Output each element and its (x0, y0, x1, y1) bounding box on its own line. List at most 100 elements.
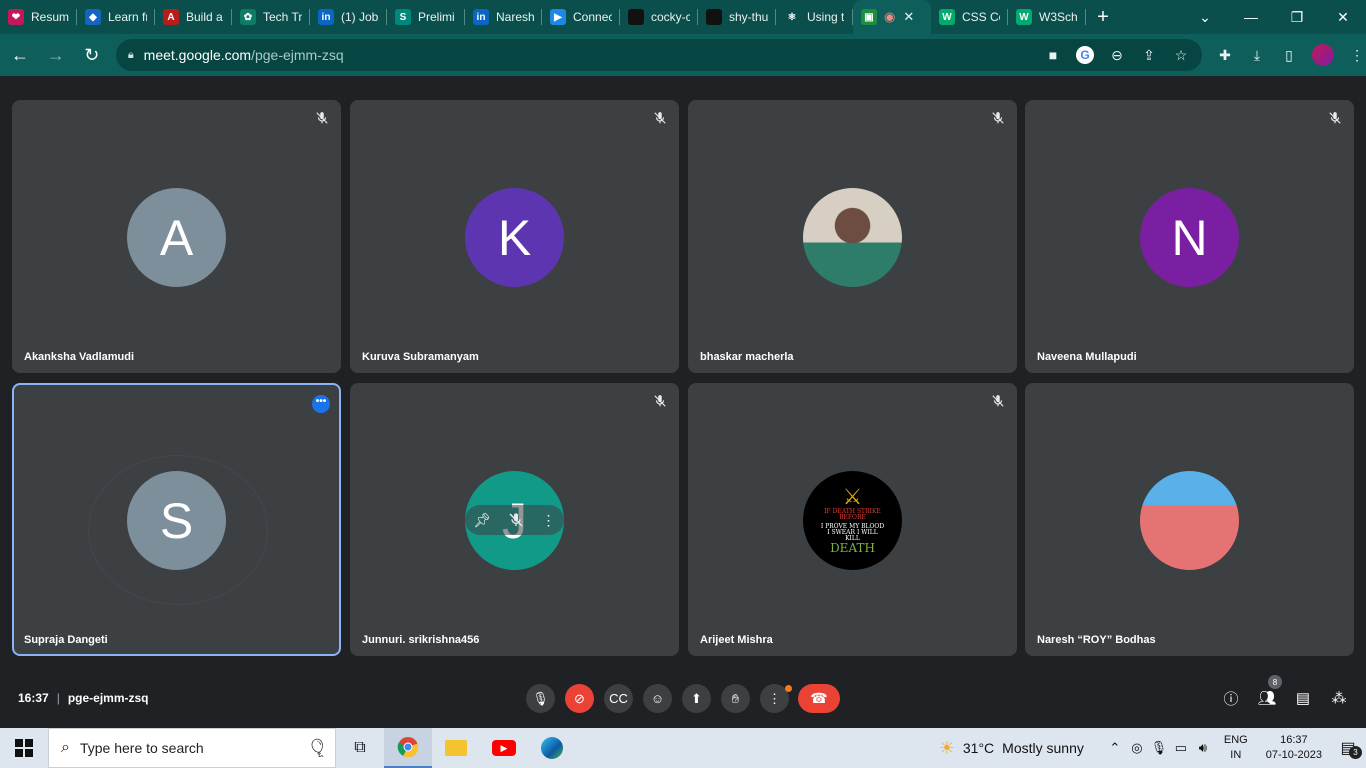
participant-tile[interactable]: A Akanksha Vadlamudi (12, 100, 341, 373)
participant-tile[interactable]: N Naveena Mullapudi (1025, 100, 1354, 373)
browser-tab[interactable]: ◆ Learn fr (77, 0, 155, 34)
activities-icon[interactable]: ⁂ (1329, 688, 1349, 708)
close-window-button[interactable]: ✕ (1320, 0, 1366, 34)
sunny-weather-icon: ☀ (938, 737, 955, 758)
browser-tab[interactable]: in Naresh (465, 0, 542, 34)
browser-tab[interactable]: ▶ Connec (542, 0, 620, 34)
address-bar[interactable]: 🔒︎ meet.google.com/pge-ejmm-zsq ■ G ⊖ ⇪ … (115, 39, 1202, 71)
back-button[interactable]: ← (4, 39, 36, 71)
camera-off-button[interactable]: ⊘ (565, 684, 594, 713)
youtube-icon[interactable]: ▶ (480, 728, 528, 768)
emoji-reaction-button[interactable]: ☺ (643, 684, 672, 713)
tab-favicon-icon: ▣ (861, 9, 877, 25)
google-lens-icon[interactable]: G (1075, 46, 1094, 64)
tab-title: CSS Co (962, 10, 1000, 24)
browser-tab[interactable]: ✿ Tech Tr (232, 0, 310, 34)
browser-tab[interactable]: ⚛ Using t (776, 0, 853, 34)
people-icon[interactable]: 👥︎ (1257, 688, 1277, 708)
participant-name: bhaskar macherla (700, 351, 794, 363)
microphone-button[interactable]: 🎙︎ (526, 684, 555, 713)
tab-separator (1085, 9, 1086, 25)
notification-count: 3 (1349, 746, 1362, 759)
battery-icon[interactable]: ▭ (1170, 740, 1192, 756)
zoom-icon[interactable]: ⊖ (1108, 46, 1126, 64)
side-panel-icon[interactable]: ▯ (1280, 46, 1298, 64)
tab-title: Connec (573, 10, 612, 24)
taskbar-clock[interactable]: 16:37 07-10-2023 (1266, 733, 1322, 763)
participant-name: Junnuri. srikrishna456 (362, 634, 480, 646)
notification-center-button[interactable]: ▤ 3 (1330, 738, 1366, 759)
mic-off-icon (316, 112, 328, 124)
mic-off-icon (654, 112, 666, 124)
participant-name: Kuruva Subramanyam (362, 351, 479, 363)
meeting-details-icon[interactable]: ⓘ (1221, 688, 1241, 708)
raise-hand-button[interactable]: ✋︎ (721, 684, 750, 713)
share-icon[interactable]: ⇪ (1140, 46, 1158, 64)
pin-icon[interactable]: 📌︎ (474, 512, 492, 529)
mute-participant-icon[interactable] (508, 512, 524, 528)
language-indicator[interactable]: ENG IN (1224, 733, 1248, 763)
extensions-icon[interactable]: ✚ (1216, 46, 1234, 64)
volume-icon[interactable]: 🔊︎ (1192, 740, 1214, 756)
chevron-up-icon[interactable]: ⌃ (1104, 740, 1126, 756)
camera-in-use-icon[interactable]: ■ (1044, 46, 1062, 64)
browser-tab[interactable]: in (1) Jobs (310, 0, 387, 34)
leave-call-button[interactable]: ☎ (798, 684, 840, 713)
edge-icon[interactable] (528, 728, 576, 768)
more-vert-icon[interactable]: ⋮ (541, 512, 555, 529)
download-icon[interactable]: ⤓ (1248, 46, 1266, 64)
restore-button[interactable]: ❐ (1274, 0, 1320, 34)
browser-tab[interactable]: ▣ ◉ ✕ (853, 0, 931, 34)
tab-title: Using t (807, 10, 845, 24)
browser-tab[interactable]: cocky-c (620, 0, 698, 34)
participant-tile[interactable]: J 📌︎ ⋮ Junnuri. srikrishna456 (350, 383, 679, 656)
microphone-tray-icon[interactable]: 🎙︎ (1148, 740, 1170, 756)
browser-tab[interactable]: shy-thu (698, 0, 776, 34)
start-button[interactable] (0, 728, 48, 768)
bookmark-star-icon[interactable]: ☆ (1172, 46, 1190, 64)
tab-favicon-icon: ⚛ (784, 9, 800, 25)
close-tab-icon[interactable]: ✕ (903, 9, 914, 25)
weather-temp: 31°C (962, 740, 995, 756)
taskbar-search-box[interactable]: ⌕ Type here to search 🎈︎ (48, 728, 336, 768)
participant-tile[interactable]: K Kuruva Subramanyam (350, 100, 679, 373)
task-view-button[interactable]: ⧉ (336, 728, 384, 768)
chrome-menu-icon[interactable]: ⋮ (1348, 46, 1366, 64)
new-tab-button[interactable]: + (1086, 6, 1120, 29)
weather-widget[interactable]: ☀ 31°C Mostly sunny (939, 738, 1084, 759)
participant-tile[interactable]: ⚔ IF DEATH STRIKE BEFORE I PROVE MY BLOO… (688, 383, 1017, 656)
browser-tab[interactable]: ❤ Resume (0, 0, 77, 34)
tab-search-chevron-icon[interactable]: ⌄ (1182, 0, 1228, 34)
weather-text: Mostly sunny (1002, 740, 1084, 756)
captions-button[interactable]: CC (604, 684, 633, 713)
file-explorer-icon[interactable] (432, 728, 480, 768)
chrome-app-icon[interactable] (384, 728, 432, 768)
windows-logo-icon (15, 739, 33, 757)
tab-favicon-icon: ▶ (550, 9, 566, 25)
reload-button[interactable]: ↻ (76, 39, 108, 71)
browser-tab[interactable]: A Build a (155, 0, 232, 34)
camera-tray-icon[interactable]: ◎ (1126, 740, 1148, 756)
lock-icon[interactable]: 🔒︎ (128, 49, 134, 62)
windows-taskbar: ⌕ Type here to search 🎈︎ ⧉ ▶ ☀ 31°C Most… (0, 728, 1366, 768)
participant-tile[interactable]: bhaskar macherla (688, 100, 1017, 373)
present-screen-button[interactable]: ⬆ (682, 684, 711, 713)
mic-off-icon (992, 395, 1004, 407)
participant-tile[interactable]: Naresh “ROY” Bodhas (1025, 383, 1354, 656)
participant-tile-self[interactable]: ••• S Supraja Dangeti (12, 383, 341, 656)
tab-favicon-icon: W (939, 9, 955, 25)
browser-tab[interactable]: S Prelimi (387, 0, 465, 34)
forward-button[interactable]: → (40, 39, 72, 71)
browser-tab[interactable]: W W3Sch (1008, 0, 1086, 34)
meeting-info: 16:37 | pge-ejmm-zsq (18, 691, 149, 705)
chat-icon[interactable]: ▤ (1293, 688, 1313, 708)
browser-tab[interactable]: W CSS Co (931, 0, 1008, 34)
meeting-controls-bar: 16:37 | pge-ejmm-zsq 🎙︎ ⊘ CC ☺ ⬆ ✋︎ ⋮ ☎ … (0, 675, 1366, 727)
minimize-button[interactable]: — (1228, 0, 1274, 34)
url-host: meet.google.com (143, 47, 252, 63)
profile-avatar[interactable] (1311, 44, 1334, 66)
more-options-button[interactable]: ••• (312, 395, 330, 413)
avatar-photo: ⚔ IF DEATH STRIKE BEFORE I PROVE MY BLOO… (803, 471, 902, 570)
tab-title: Build a (186, 10, 223, 24)
tab-favicon-icon (706, 9, 722, 25)
